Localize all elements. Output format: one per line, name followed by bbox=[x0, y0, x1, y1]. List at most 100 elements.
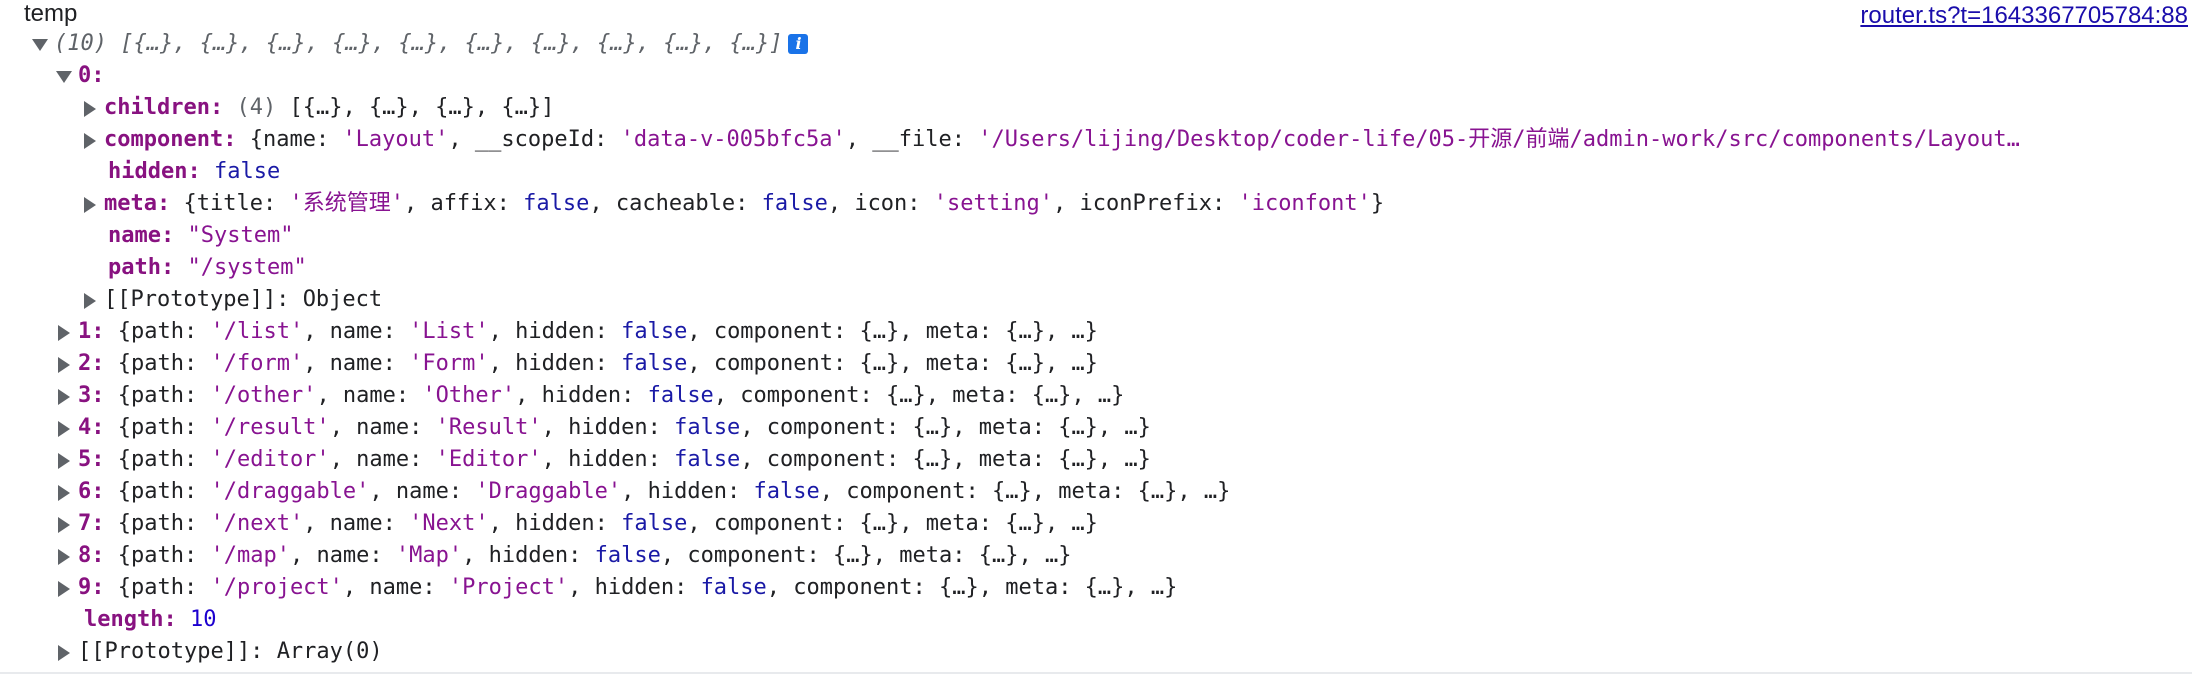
property-key: meta: bbox=[104, 191, 171, 216]
source-link[interactable]: router.ts?t=1643367705784:88 bbox=[1860, 0, 2188, 32]
expand-triangle-icon[interactable] bbox=[56, 357, 70, 373]
expand-triangle-icon[interactable] bbox=[56, 645, 70, 661]
item-index: 7: bbox=[78, 511, 105, 536]
item-path: '/other' bbox=[210, 383, 317, 408]
expand-triangle-icon[interactable] bbox=[56, 421, 70, 437]
preview-text: , component: {…}, meta: {…}, …} bbox=[819, 479, 1231, 504]
array-item-row[interactable]: 6: {path: '/draggable', name: 'Draggable… bbox=[56, 476, 1230, 508]
array-item-row[interactable]: 4: {path: '/result', name: 'Result', hid… bbox=[56, 412, 1151, 444]
item-hidden: false bbox=[674, 415, 741, 440]
meta-preview-token: , cacheable: bbox=[589, 191, 762, 216]
console-divider bbox=[0, 672, 2192, 674]
component-preview: {name: 'Layout', __scopeId: 'data-v-005b… bbox=[250, 127, 2020, 152]
item-hidden: false bbox=[674, 447, 741, 472]
root-array-row[interactable]: (10) [{…}, {…}, {…}, {…}, {…}, {…}, {…},… bbox=[32, 28, 809, 60]
property-value: false bbox=[213, 159, 281, 184]
prototype-row[interactable]: [[Prototype]]: Object bbox=[82, 284, 382, 316]
expand-triangle-icon[interactable] bbox=[56, 581, 70, 597]
expand-triangle-icon[interactable] bbox=[56, 389, 70, 405]
expand-triangle-icon[interactable] bbox=[82, 197, 96, 213]
collapse-triangle-icon[interactable] bbox=[32, 37, 48, 51]
item-hidden: false bbox=[621, 319, 688, 344]
array-item-row[interactable]: 9: {path: '/project', name: 'Project', h… bbox=[56, 572, 1177, 604]
meta-preview: {title: '系统管理', affix: false, cacheable:… bbox=[183, 191, 1384, 216]
preview-text: , hidden: bbox=[621, 479, 754, 504]
expand-triangle-icon[interactable] bbox=[82, 293, 96, 309]
item-0-row[interactable]: 0: bbox=[56, 60, 105, 92]
expand-triangle-icon[interactable] bbox=[56, 325, 70, 341]
length-row: length: 10 bbox=[84, 604, 216, 636]
array-item-row[interactable]: 7: {path: '/next', name: 'Next', hidden:… bbox=[56, 508, 1098, 540]
array-item-row[interactable]: 3: {path: '/other', name: 'Other', hidde… bbox=[56, 380, 1124, 412]
property-key: hidden: bbox=[108, 159, 201, 184]
preview-text: , component: {…}, meta: {…}, …} bbox=[687, 511, 1098, 536]
item-path: '/result' bbox=[210, 415, 330, 440]
preview-text: {path: bbox=[117, 351, 211, 376]
property-key: name: bbox=[108, 223, 175, 248]
property-value: Array(0) bbox=[276, 639, 383, 664]
children-preview: [{…}, {…}, {…}, {…}] bbox=[289, 95, 555, 120]
item-name: 'Map' bbox=[395, 543, 463, 568]
preview-text: , name: bbox=[329, 415, 436, 440]
preview-text: , hidden: bbox=[462, 543, 595, 568]
expand-triangle-icon[interactable] bbox=[82, 133, 96, 149]
item-name: 'Result' bbox=[435, 415, 542, 440]
array-prototype-row[interactable]: [[Prototype]]: Array(0) bbox=[56, 636, 383, 668]
expand-triangle-icon[interactable] bbox=[56, 453, 70, 469]
meta-preview-token: '系统管理' bbox=[289, 191, 404, 216]
preview-text: , name: bbox=[342, 575, 449, 600]
children-row[interactable]: children: (4) [{…}, {…}, {…}, {…}] bbox=[82, 92, 554, 124]
expand-triangle-icon[interactable] bbox=[56, 485, 70, 501]
preview-text: , component: {…}, meta: {…}, …} bbox=[740, 447, 1151, 472]
collapse-triangle-icon[interactable] bbox=[56, 69, 72, 83]
info-icon[interactable]: i bbox=[788, 34, 809, 54]
preview-text: , hidden: bbox=[541, 447, 675, 472]
array-item-row[interactable]: 8: {path: '/map', name: 'Map', hidden: f… bbox=[56, 540, 1071, 572]
expand-triangle-icon[interactable] bbox=[56, 517, 70, 533]
component-preview-token: { bbox=[249, 127, 263, 152]
item-index: 4: bbox=[78, 415, 105, 440]
property-value: 10 bbox=[189, 607, 217, 632]
component-preview-token: 'data-v-005bfc5a' bbox=[620, 127, 846, 152]
item-hidden: false bbox=[753, 479, 820, 504]
item-index: 9: bbox=[78, 575, 105, 600]
property-key: [[Prototype]]: bbox=[104, 287, 290, 312]
preview-text: {path: bbox=[117, 319, 211, 344]
console-output: temp router.ts?t=1643367705784:88 (10) [… bbox=[0, 0, 2192, 676]
variable-name: temp bbox=[24, 0, 77, 30]
array-item-row[interactable]: 5: {path: '/editor', name: 'Editor', hid… bbox=[56, 444, 1151, 476]
meta-preview-token: } bbox=[1370, 191, 1385, 216]
hidden-row: hidden: false bbox=[108, 156, 280, 188]
meta-row[interactable]: meta: {title: '系统管理', affix: false, cach… bbox=[82, 188, 1384, 220]
expand-triangle-icon[interactable] bbox=[82, 101, 96, 117]
array-item-row[interactable]: 1: {path: '/list', name: 'List', hidden:… bbox=[56, 316, 1098, 348]
path-row: path: "/system" bbox=[108, 252, 307, 284]
preview-text: , name: bbox=[303, 351, 410, 376]
preview-text: {path: bbox=[117, 447, 211, 472]
item-path: '/project' bbox=[210, 575, 343, 600]
preview-text: , component: {…}, meta: {…}, …} bbox=[660, 543, 1072, 568]
preview-text: , name: bbox=[316, 383, 423, 408]
expand-triangle-icon[interactable] bbox=[56, 549, 70, 565]
component-row[interactable]: component: {name: 'Layout', __scopeId: '… bbox=[82, 124, 2192, 156]
item-index: 0: bbox=[78, 63, 105, 88]
meta-preview-token: , affix: bbox=[403, 191, 524, 216]
item-index: 2: bbox=[78, 351, 105, 376]
preview-text: , component: {…}, meta: {…}, …} bbox=[687, 319, 1098, 344]
meta-preview-token: 'setting' bbox=[933, 191, 1054, 216]
array-item-row[interactable]: 2: {path: '/form', name: 'Form', hidden:… bbox=[56, 348, 1098, 380]
meta-preview-token: , icon: bbox=[827, 191, 934, 216]
item-path: '/editor' bbox=[210, 447, 330, 472]
meta-preview-token: 'iconfont' bbox=[1238, 191, 1371, 216]
item-name: 'Project' bbox=[448, 575, 569, 600]
meta-preview-token: false bbox=[523, 191, 590, 216]
preview-text: , name: bbox=[329, 447, 436, 472]
item-name: 'List' bbox=[409, 319, 489, 344]
item-path: '/list' bbox=[210, 319, 304, 344]
preview-text: , name: bbox=[303, 511, 410, 536]
